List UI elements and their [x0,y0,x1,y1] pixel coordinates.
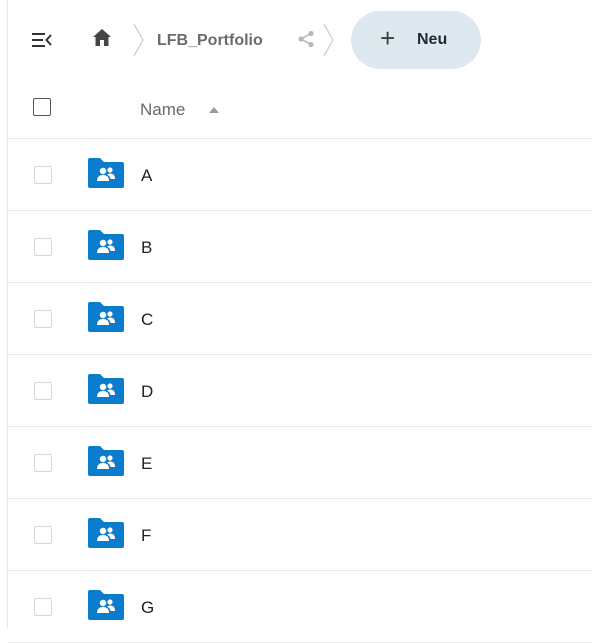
row-checkbox[interactable] [34,166,52,184]
file-list: A B C D E F G [8,139,592,643]
new-button[interactable]: + Neu [351,11,481,69]
sort-by-name-button[interactable]: Name [140,100,185,120]
row-checkbox[interactable] [34,526,52,544]
files-header: LFB_Portfolio + Neu [8,0,592,82]
sort-ascending-icon [209,107,219,113]
select-all-checkbox[interactable] [33,98,51,116]
row-checkbox[interactable] [34,238,52,256]
share-icon[interactable] [297,30,315,48]
plus-icon: + [380,23,396,53]
file-name[interactable]: C [141,310,153,330]
shared-folder-icon [87,157,125,189]
shared-folder-icon [87,301,125,333]
sidebar-collapse-icon[interactable] [30,28,54,52]
file-row[interactable]: C [8,283,592,355]
file-list-header: Name [8,82,592,139]
row-checkbox[interactable] [34,382,52,400]
shared-folder-icon [87,229,125,261]
new-button-label: Neu [417,31,448,48]
row-checkbox[interactable] [34,598,52,616]
shared-folder-icon [87,517,125,549]
file-row[interactable]: B [8,211,592,283]
file-name[interactable]: E [141,454,152,474]
shared-folder-icon [87,373,125,405]
file-name[interactable]: G [141,598,154,618]
home-icon[interactable] [91,27,113,49]
breadcrumb-separator [322,22,336,58]
file-row[interactable]: F [8,499,592,571]
file-row[interactable]: E [8,427,592,499]
file-name[interactable]: A [141,166,152,186]
row-checkbox[interactable] [34,454,52,472]
file-row[interactable]: G [8,571,592,643]
shared-folder-icon [87,589,125,621]
file-row[interactable]: A [8,139,592,211]
row-checkbox[interactable] [34,310,52,328]
file-row[interactable]: D [8,355,592,427]
shared-folder-icon [87,445,125,477]
file-name[interactable]: D [141,382,153,402]
breadcrumb-separator [132,22,146,58]
file-name[interactable]: F [141,526,151,546]
file-name[interactable]: B [141,238,152,258]
breadcrumb-portfolio[interactable]: LFB_Portfolio [157,32,263,50]
